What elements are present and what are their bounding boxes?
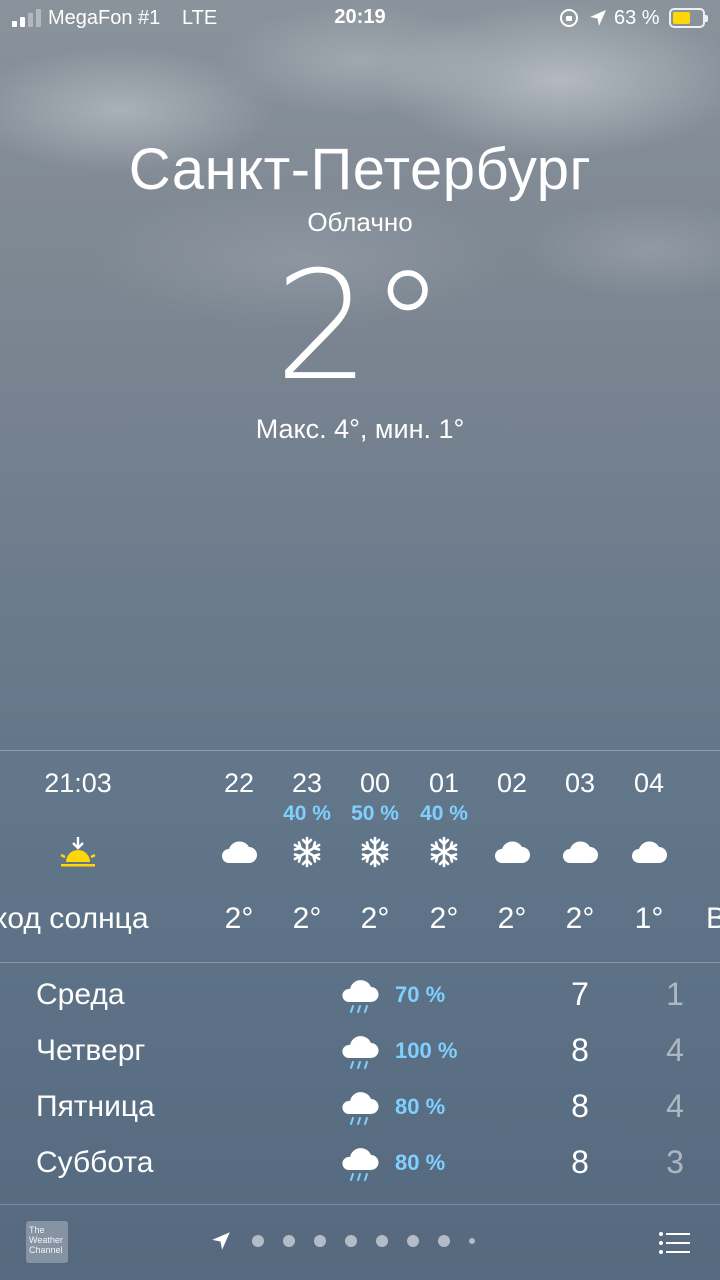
status-bar: MegaFon #1 LTE 20:19 63 % xyxy=(0,0,720,36)
rain-cloud-icon xyxy=(340,976,380,1016)
hour-time: 03 xyxy=(564,768,596,798)
sunset-icon xyxy=(0,832,158,872)
battery-percent: 63 % xyxy=(614,7,660,29)
bottom-toolbar: The Weather Channel xyxy=(0,1204,720,1280)
day-min-temperature: 3 xyxy=(666,1144,684,1180)
cloud-icon xyxy=(540,832,620,872)
snowflake-icon xyxy=(335,832,415,872)
day-name: Суббота xyxy=(36,1146,154,1179)
page-dot[interactable] xyxy=(406,1235,419,1247)
hour-time: 21:03 xyxy=(44,768,112,798)
day-max-temperature: 7 xyxy=(571,976,589,1012)
day-name: Четверг xyxy=(36,1034,146,1067)
hourly-item: 21:03 аход солнца xyxy=(0,752,158,960)
city-list-icon[interactable] xyxy=(658,1231,690,1255)
daily-row: Четверг 100 % 8 4 xyxy=(0,1022,720,1078)
daily-row: Суббота 80 % 8 3 xyxy=(0,1134,720,1190)
sunset-label: аход солнца xyxy=(0,902,149,935)
daily-row: Пятница 80 % 8 4 xyxy=(0,1078,720,1134)
page-dot[interactable] xyxy=(282,1235,295,1247)
hour-temperature: В xyxy=(705,902,720,935)
weather-channel-logo[interactable]: The Weather Channel xyxy=(26,1221,68,1263)
daily-row: Среда 70 % 7 1 xyxy=(0,966,720,1022)
day-precip-chance: 80 % xyxy=(395,1094,446,1119)
page-dot[interactable] xyxy=(313,1235,326,1247)
day-min-temperature: 4 xyxy=(666,1088,684,1124)
weather-condition: Облачно xyxy=(307,207,413,237)
divider xyxy=(0,750,720,751)
day-precip-chance: 70 % xyxy=(395,982,446,1007)
page-dot[interactable] xyxy=(344,1235,357,1247)
day-max-temperature: 8 xyxy=(571,1088,589,1124)
hourly-item: 00 50 % 2° xyxy=(335,752,415,960)
hour-precip-chance: 50 % xyxy=(351,802,399,825)
daily-forecast[interactable]: Среда 70 % 7 1 Четверг 100 % 8 4 Пятница 80 % 8 4 Су… xyxy=(0,966,720,1206)
page-indicator[interactable] xyxy=(210,1229,484,1253)
min-max-temperature: Макс. 4°, мин. 1° xyxy=(255,414,465,444)
hour-time: 00 xyxy=(359,768,391,798)
page-dot[interactable] xyxy=(251,1235,264,1247)
day-max-temperature: 8 xyxy=(571,1144,589,1180)
hourly-item: В xyxy=(676,752,720,960)
battery-icon xyxy=(669,8,708,28)
day-max-temperature: 8 xyxy=(571,1032,589,1068)
day-min-temperature: 4 xyxy=(666,1032,684,1068)
city-name: Санкт-Петербург xyxy=(128,137,592,202)
rain-cloud-icon xyxy=(340,1144,380,1184)
page-dot[interactable] xyxy=(468,1238,475,1244)
day-name: Среда xyxy=(36,978,125,1011)
divider xyxy=(0,962,720,963)
orientation-lock-icon xyxy=(560,9,578,27)
day-min-temperature: 1 xyxy=(666,976,684,1012)
hourly-item: 03 2° xyxy=(540,752,620,960)
hour-temperature: 2° xyxy=(565,902,595,935)
rain-cloud-icon xyxy=(340,1088,380,1128)
location-arrow-icon xyxy=(590,10,606,26)
day-precip-chance: 100 % xyxy=(395,1038,458,1063)
page-dot[interactable] xyxy=(437,1235,450,1247)
current-temperature: 2° xyxy=(274,240,446,414)
rain-cloud-icon xyxy=(340,1032,380,1072)
day-precip-chance: 80 % xyxy=(395,1150,446,1175)
day-name: Пятница xyxy=(36,1090,155,1123)
hour-temperature: 2° xyxy=(360,902,390,935)
page-dot[interactable] xyxy=(375,1235,388,1247)
hourly-forecast[interactable]: 21:03аход солнца222°2340 %2°0050 %2°0140… xyxy=(0,752,720,960)
status-time: 20:19 xyxy=(334,6,386,28)
current-location-icon xyxy=(212,1232,230,1250)
